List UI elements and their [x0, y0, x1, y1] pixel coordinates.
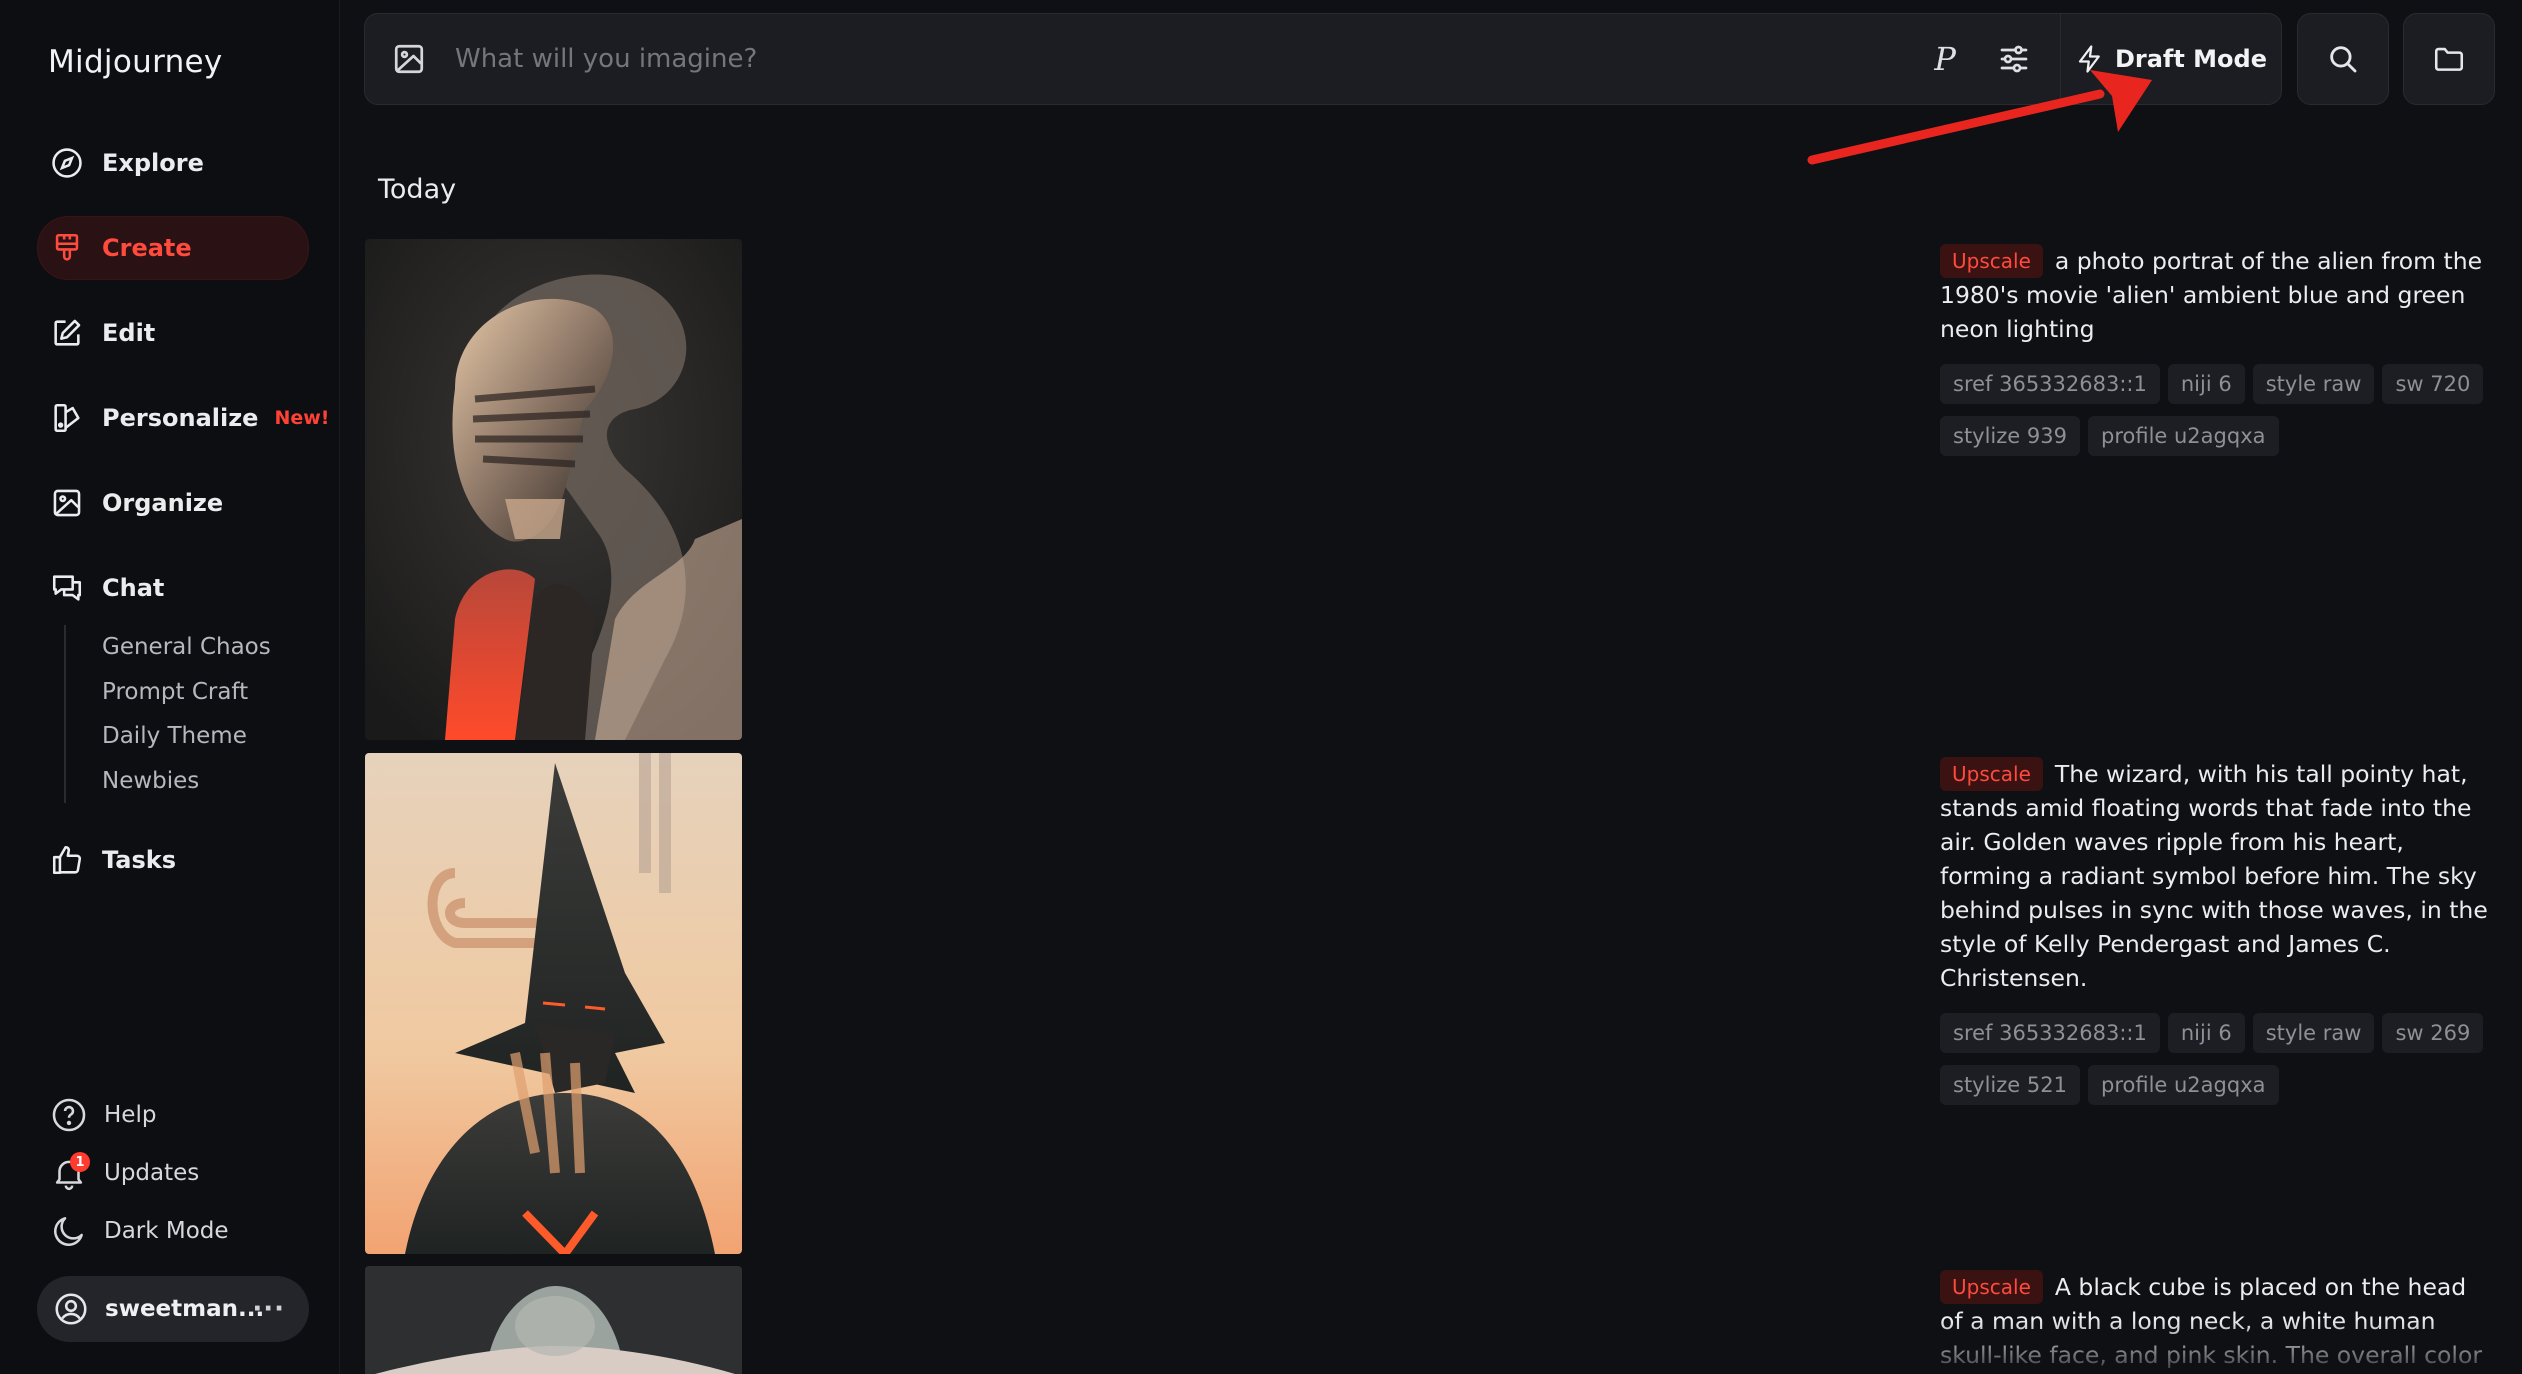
compass-icon: [50, 146, 84, 180]
param-chip[interactable]: sw 269: [2382, 1013, 2484, 1053]
sidebar-item-label: Tasks: [102, 846, 177, 874]
folder-button[interactable]: [2403, 13, 2495, 105]
image-icon: [50, 486, 84, 520]
param-chip[interactable]: sw 720: [2382, 364, 2484, 404]
sidebar: Midjourney Explore Create Edit Personali…: [0, 0, 340, 1374]
new-badge: New!: [274, 407, 330, 429]
app-logo[interactable]: Midjourney: [48, 44, 223, 80]
param-chip[interactable]: niji 6: [2167, 1013, 2245, 1053]
updates-label: Updates: [104, 1160, 200, 1186]
chat-channel-item[interactable]: Prompt Craft: [102, 670, 271, 715]
upscale-tag[interactable]: Upscale: [1940, 244, 2043, 278]
draft-mode-label: Draft Mode: [2114, 45, 2267, 73]
sidebar-item-label: Personalize: [102, 404, 259, 432]
section-title: Today: [378, 174, 457, 205]
sidebar-item-label: Edit: [102, 319, 156, 347]
generated-image-thumbnail[interactable]: [365, 1266, 742, 1374]
sidebar-item-label: Explore: [102, 149, 204, 177]
avatar: [53, 1291, 89, 1327]
prompt-input[interactable]: [453, 29, 1935, 89]
param-chip[interactable]: style raw: [2252, 1013, 2375, 1053]
notification-count-badge: 1: [70, 1152, 90, 1172]
job-details: Upscale A black cube is placed on the hea…: [1940, 1270, 2490, 1374]
help-link[interactable]: Help: [50, 1092, 156, 1138]
generated-image-thumbnail[interactable]: [365, 239, 742, 740]
chat-channel-item[interactable]: Newbies: [102, 759, 271, 804]
username: sweetman...: [105, 1296, 265, 1322]
sidebar-item-edit[interactable]: Edit: [38, 302, 308, 364]
moon-icon: [50, 1212, 88, 1250]
sidebar-item-chat[interactable]: Chat: [38, 557, 308, 619]
job-details: Upscale a photo portrat of the alien from…: [1940, 244, 2490, 456]
prompt-bar: P Draft Mode: [364, 13, 2282, 105]
dark-mode-toggle[interactable]: Dark Mode: [50, 1208, 229, 1254]
job-prompt: Upscale A black cube is placed on the hea…: [1940, 1270, 2490, 1374]
sidebar-item-personalize[interactable]: Personalize New!: [38, 387, 329, 449]
param-chip[interactable]: stylize 939: [1940, 416, 2080, 456]
upscale-tag[interactable]: Upscale: [1940, 1270, 2043, 1304]
sidebar-item-label: Chat: [102, 574, 165, 602]
dark-mode-label: Dark Mode: [104, 1218, 229, 1244]
folder-icon: [2434, 47, 2464, 71]
param-chip[interactable]: profile u2agqxa: [2087, 1065, 2279, 1105]
param-chip[interactable]: profile u2agqxa: [2087, 416, 2279, 456]
param-list: sref 365332683::1 niji 6 style raw sw 72…: [1940, 364, 2490, 456]
param-chip[interactable]: sref 365332683::1: [1940, 1013, 2160, 1053]
job-details: Upscale The wizard, with his tall pointy …: [1940, 757, 2490, 1105]
param-list: sref 365332683::1 niji 6 style raw sw 26…: [1940, 1013, 2490, 1105]
help-icon: [50, 1096, 88, 1134]
bell-icon: 1: [50, 1152, 90, 1192]
user-menu[interactable]: sweetman... ···: [37, 1276, 309, 1342]
param-chip[interactable]: stylize 521: [1940, 1065, 2080, 1105]
chat-channel-list: General Chaos Prompt Craft Daily Theme N…: [64, 625, 271, 803]
param-chip[interactable]: niji 6: [2167, 364, 2245, 404]
sidebar-item-label: Organize: [102, 489, 224, 517]
lightning-icon: [2075, 44, 2105, 74]
sidebar-item-create[interactable]: Create: [38, 217, 308, 279]
thumbs-up-icon: [50, 843, 84, 877]
upscale-tag[interactable]: Upscale: [1940, 757, 2043, 791]
search-button[interactable]: [2297, 13, 2389, 105]
generated-image-thumbnail[interactable]: [365, 753, 742, 1254]
chat-icon: [50, 571, 84, 605]
brush-icon: [50, 231, 84, 265]
search-icon: [2330, 46, 2357, 73]
sidebar-item-tasks[interactable]: Tasks: [38, 829, 308, 891]
sidebar-item-organize[interactable]: Organize: [38, 472, 308, 534]
chat-channel-item[interactable]: General Chaos: [102, 625, 271, 670]
more-options-icon[interactable]: ···: [252, 1294, 285, 1324]
personalization-p-icon[interactable]: P: [1934, 40, 1956, 78]
sidebar-item-explore[interactable]: Explore: [38, 132, 308, 194]
job-prompt: Upscale a photo portrat of the alien from…: [1940, 244, 2490, 346]
job-prompt: Upscale The wizard, with his tall pointy …: [1940, 757, 2490, 995]
param-chip[interactable]: style raw: [2252, 364, 2375, 404]
prompt-text[interactable]: The wizard, with his tall pointy hat, st…: [1940, 760, 2488, 992]
settings-sliders-icon[interactable]: [1996, 41, 2032, 77]
help-label: Help: [104, 1102, 157, 1128]
updates-link[interactable]: 1 Updates: [50, 1150, 199, 1196]
chat-channel-item[interactable]: Daily Theme: [102, 714, 271, 759]
personalize-icon: [50, 401, 84, 435]
draft-mode-button[interactable]: Draft Mode: [2059, 13, 2281, 105]
param-chip[interactable]: sref 365332683::1: [1940, 364, 2160, 404]
edit-icon: [50, 316, 84, 350]
app-window: Midjourney Explore Create Edit Personali…: [0, 0, 2522, 1374]
image-upload-icon[interactable]: [391, 41, 427, 77]
sidebar-item-label: Create: [102, 234, 192, 262]
